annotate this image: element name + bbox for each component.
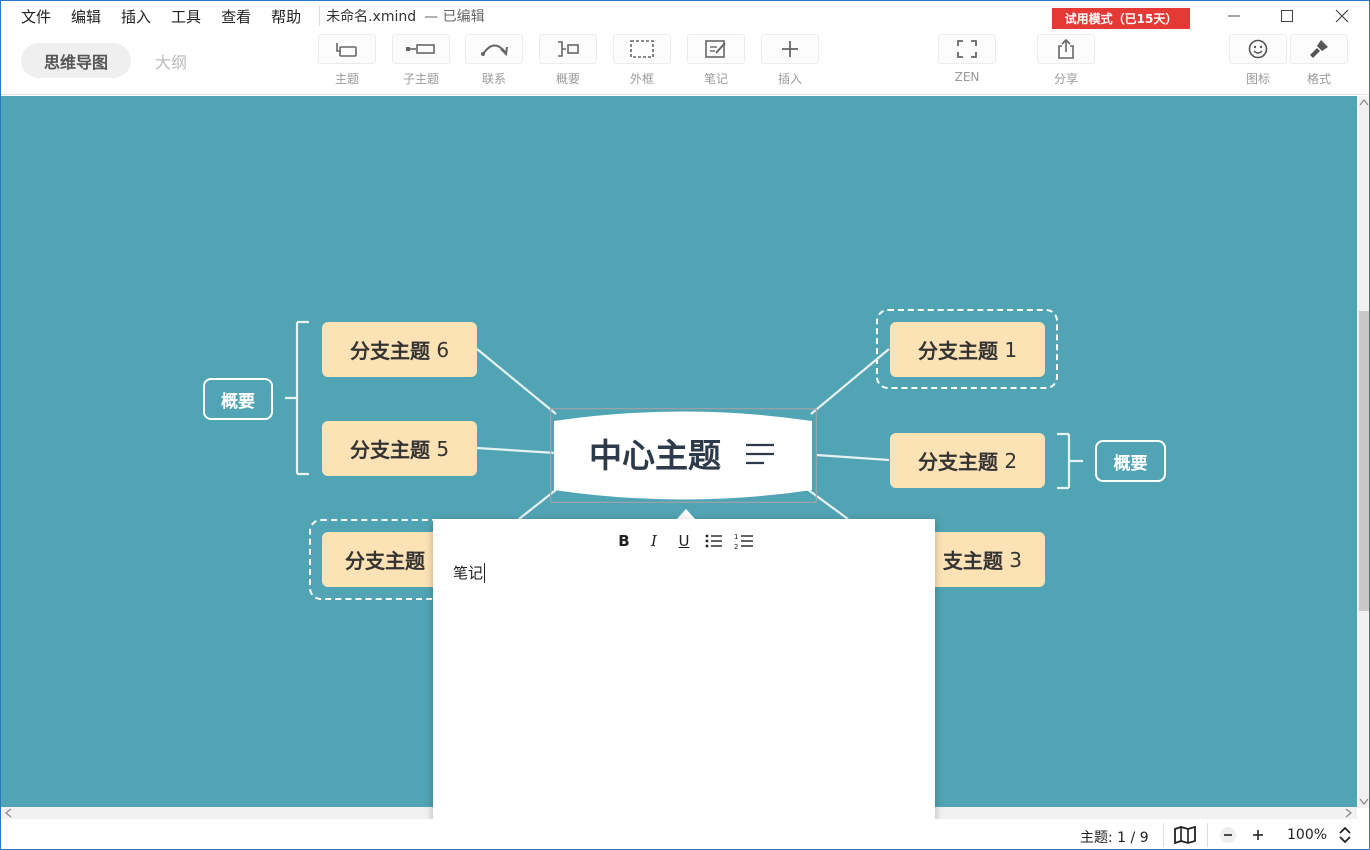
relationship-label: 联系: [481, 72, 506, 86]
vertical-scrollbar-thumb[interactable]: [1359, 311, 1369, 611]
maximize-icon: [1281, 10, 1293, 22]
plus-icon: [782, 41, 798, 57]
branch-6-label: 分支主题: [349, 339, 430, 363]
summary-icon: [558, 41, 579, 57]
svg-text:2: 2: [734, 543, 738, 550]
document-title: 未命名.xmind: [319, 6, 416, 26]
insert-button[interactable]: 插入: [760, 34, 820, 87]
close-icon: [1335, 9, 1349, 23]
zoom-in-button[interactable]: [1247, 825, 1269, 845]
scroll-left-icon[interactable]: [4, 808, 12, 818]
summary-button[interactable]: 概要: [538, 34, 598, 87]
branch-5-number: 5: [436, 436, 450, 461]
scroll-right-icon[interactable]: [1345, 808, 1353, 818]
underline-button[interactable]: U: [673, 531, 695, 551]
status-divider: [1207, 823, 1208, 847]
branch-3-number: 3: [1009, 547, 1022, 572]
menu-view[interactable]: 查看: [211, 6, 261, 27]
icon-panel-button[interactable]: 图标: [1228, 34, 1288, 87]
topic-button[interactable]: 主题: [317, 34, 377, 87]
minus-circle-icon: [1220, 827, 1236, 843]
status-divider: [1163, 823, 1164, 847]
boundary-label: 外框: [629, 72, 654, 86]
central-topic-label: 中心主题: [589, 436, 721, 475]
numbered-list-button[interactable]: 12: [733, 531, 755, 551]
branch-2-label: 分支主题: [917, 450, 998, 474]
italic-button[interactable]: I: [643, 531, 665, 551]
note-editor[interactable]: [433, 519, 935, 849]
branch-topic-6[interactable]: 分支主题 6: [322, 322, 477, 377]
map-view-button[interactable]: [1174, 825, 1196, 845]
topic-count: 主题: 1 / 9: [1080, 830, 1149, 846]
format-panel-label: 格式: [1306, 72, 1331, 86]
insert-label: 插入: [777, 72, 802, 86]
zen-label: ZEN: [954, 70, 980, 84]
branch-1-number: 1: [1004, 337, 1018, 362]
relationship-icon: [481, 44, 508, 57]
svg-text:1: 1: [734, 533, 738, 541]
boundary-button[interactable]: 外框: [612, 34, 672, 87]
summary-left[interactable]: 概要: [203, 378, 273, 420]
summary-label: 概要: [555, 72, 580, 86]
status-bar: 主题: 1 / 9 100%: [1, 819, 1369, 849]
subtopic-button[interactable]: 子主题: [391, 34, 451, 87]
branch-topic-1[interactable]: 分支主题 1: [890, 322, 1045, 377]
menu-help[interactable]: 帮助: [261, 6, 311, 27]
fullscreen-icon: [957, 40, 977, 58]
share-label: 分享: [1053, 72, 1078, 86]
numbered-list-icon: 12: [734, 533, 753, 550]
tab-outline[interactable]: 大纲: [136, 43, 206, 78]
format-brush-icon: [1310, 40, 1328, 58]
scroll-down-icon[interactable]: [1359, 798, 1369, 806]
subtopic-icon: [406, 44, 435, 54]
summary-right[interactable]: 概要: [1095, 440, 1166, 482]
menu-insert[interactable]: 插入: [111, 6, 161, 27]
zoom-level[interactable]: 100%: [1287, 827, 1327, 843]
branch-4-label: 分支主题: [345, 549, 425, 573]
menu-tools[interactable]: 工具: [161, 6, 211, 27]
branch-6-number: 6: [436, 337, 450, 362]
icon-panel-label: 图标: [1245, 72, 1270, 86]
bullet-list-button[interactable]: [703, 531, 725, 551]
maximize-button[interactable]: [1273, 5, 1301, 27]
minimize-icon: [1228, 15, 1240, 17]
note-text[interactable]: 笔记: [453, 563, 486, 583]
plus-icon: [1253, 830, 1263, 840]
note-button[interactable]: 笔记: [686, 34, 746, 87]
tab-mindmap[interactable]: 思维导图: [21, 43, 131, 78]
branch-1-label: 分支主题: [917, 339, 998, 363]
menu-edit[interactable]: 编辑: [61, 6, 111, 27]
xmind-window: 文件 编辑 插入 工具 查看 帮助 未命名.xmind — 已编辑 试用模式（已…: [0, 0, 1370, 850]
map-icon: [1174, 826, 1196, 844]
branch-2-number: 2: [1004, 448, 1018, 473]
bold-button[interactable]: B: [613, 531, 635, 551]
subtopic-label: 子主题: [402, 72, 439, 86]
document-status: — 已编辑: [424, 9, 485, 25]
note-label: 笔记: [703, 72, 728, 86]
branch-5-label: 分支主题: [349, 438, 430, 462]
branch-3-label: 支主题: [942, 549, 1003, 573]
bullet-list-icon: [705, 534, 722, 548]
format-panel-button[interactable]: 格式: [1289, 34, 1349, 87]
branch-topic-5[interactable]: 分支主题 5: [322, 421, 477, 476]
scroll-up-icon[interactable]: [1359, 98, 1369, 106]
trial-badge[interactable]: 试用模式（已15天）: [1052, 8, 1190, 29]
zoom-out-button[interactable]: [1217, 825, 1239, 845]
share-icon: [1058, 38, 1074, 59]
note-icon: [705, 40, 726, 58]
boundary-icon: [630, 40, 654, 58]
smiley-icon: [1248, 39, 1268, 59]
branch-topic-2[interactable]: 分支主题 2: [890, 433, 1045, 488]
zoom-stepper[interactable]: [1334, 825, 1356, 845]
topic-icon: [336, 43, 357, 57]
zen-button[interactable]: ZEN: [937, 34, 997, 84]
toolbar: 思维导图 大纲 主题 子主题 联系 概要 外框 笔记 插入 ZEN 分享 图标 …: [1, 31, 1369, 95]
share-button[interactable]: 分享: [1036, 34, 1096, 87]
chevron-updown-icon: [1339, 826, 1351, 844]
minimize-button[interactable]: [1220, 5, 1248, 27]
close-button[interactable]: [1328, 5, 1356, 27]
relationship-button[interactable]: 联系: [464, 34, 524, 87]
menu-file[interactable]: 文件: [1, 6, 61, 27]
topic-label: 主题: [334, 72, 359, 86]
